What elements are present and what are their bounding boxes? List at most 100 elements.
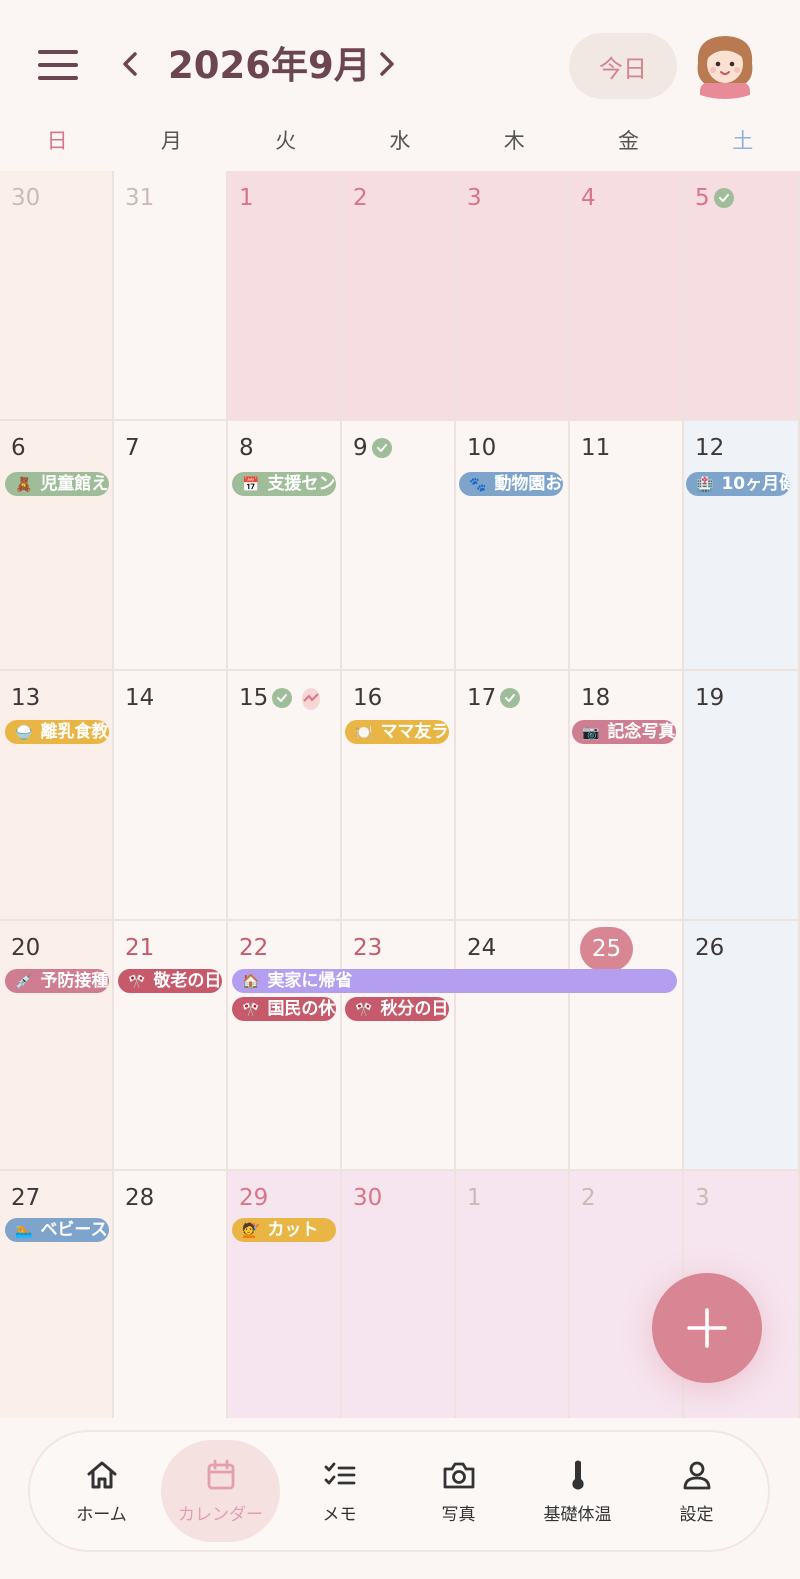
day-cell[interactable]: 29: [228, 1171, 342, 1421]
checklist-icon: [324, 1462, 355, 1484]
day-number: 3: [467, 185, 482, 211]
event-pill[interactable]: 🐾 動物園お: [459, 472, 563, 496]
event-label: 10ヶ月健: [721, 474, 790, 494]
day-cell[interactable]: 12: [684, 421, 800, 671]
day-cell[interactable]: 27: [0, 1171, 114, 1421]
day-cell[interactable]: 8: [228, 421, 342, 671]
day-cell[interactable]: 15: [228, 671, 342, 921]
today-button[interactable]: 今日: [569, 33, 677, 99]
event-label: 国民の休: [267, 999, 336, 1019]
day-cell[interactable]: 21: [114, 921, 228, 1171]
event-pill[interactable]: 🍚 離乳食教: [5, 720, 109, 744]
day-cell[interactable]: 2: [342, 171, 456, 421]
day-number: 18: [581, 685, 611, 711]
day-number: 15: [239, 685, 269, 711]
day-number: 31: [125, 185, 155, 211]
haircut-icon: 💇: [242, 1223, 260, 1239]
thermometer-icon: [571, 1460, 584, 1489]
day-cell[interactable]: 3: [456, 171, 570, 421]
day-cell[interactable]: 18: [570, 671, 684, 921]
event-pill[interactable]: 🍽️ ママ友ラ: [345, 720, 449, 744]
day-cell-today[interactable]: 25: [570, 921, 684, 1171]
day-cell[interactable]: 31: [114, 171, 228, 421]
event-label: ベビース: [40, 1220, 108, 1240]
avatar[interactable]: [694, 33, 756, 99]
day-cell[interactable]: 23: [342, 921, 456, 1171]
nav-label: 設定: [679, 1504, 714, 1525]
day-cell[interactable]: 22: [228, 921, 342, 1171]
add-event-button[interactable]: [652, 1273, 762, 1383]
day-cell[interactable]: 11: [570, 421, 684, 671]
day-cell[interactable]: 16: [342, 671, 456, 921]
event-pill[interactable]: 💉 予防接種: [5, 969, 109, 993]
flag-icon: 🎌: [355, 1002, 373, 1018]
day-cell[interactable]: 17: [456, 671, 570, 921]
event-label: カット: [267, 1220, 319, 1240]
day-number: 8: [239, 435, 254, 461]
day-number: 17: [467, 685, 497, 711]
day-cell[interactable]: 14: [114, 671, 228, 921]
day-number: 1: [467, 1185, 482, 1211]
egg-icon: [302, 688, 321, 710]
event-pill-multiday[interactable]: 🏠 実家に帰省: [232, 969, 677, 993]
day-number: 12: [695, 435, 725, 461]
day-cell[interactable]: 20: [0, 921, 114, 1171]
nav-memo[interactable]: メモ: [280, 1440, 399, 1542]
day-cell[interactable]: 9: [342, 421, 456, 671]
swimming-icon: 🏊: [15, 1223, 33, 1239]
weekday-fri: 金: [617, 129, 639, 153]
event-pill[interactable]: 💇 カット: [232, 1218, 336, 1242]
check-icon: [272, 688, 293, 708]
day-number: 7: [125, 435, 140, 461]
calendar-grid: 30 31 1 2 3 4 5 6 7 8 9 10 11 12 13 14 1…: [0, 171, 800, 1421]
event-pill[interactable]: 🎌 秋分の日: [345, 997, 449, 1021]
check-icon: [371, 438, 392, 458]
event-pill[interactable]: 📅 支援セン: [232, 472, 336, 496]
day-number: 2: [581, 1185, 596, 1211]
weekday-mon: 月: [160, 129, 182, 153]
event-pill[interactable]: 🎌 国民の休: [232, 997, 336, 1021]
day-cell[interactable]: 26: [684, 921, 800, 1171]
day-cell[interactable]: 5: [684, 171, 800, 421]
nav-settings[interactable]: 設定: [637, 1440, 756, 1542]
nav-label: ホーム: [76, 1504, 127, 1525]
day-cell[interactable]: 1: [456, 1171, 570, 1421]
day-cell[interactable]: 19: [684, 671, 800, 921]
day-cell[interactable]: 10: [456, 421, 570, 671]
event-label: 秋分の日: [380, 999, 449, 1019]
day-number: 11: [581, 435, 611, 461]
weekday-thu: 木: [503, 129, 525, 153]
day-cell[interactable]: 30: [0, 171, 114, 421]
day-number: 22: [239, 935, 269, 961]
event-pill[interactable]: 🎌 敬老の日: [118, 969, 222, 993]
nav-photo[interactable]: 写真: [399, 1440, 518, 1542]
day-cell[interactable]: 1: [228, 171, 342, 421]
next-month-button[interactable]: [372, 44, 402, 84]
prev-month-button[interactable]: [115, 44, 145, 84]
day-cell[interactable]: 30: [342, 1171, 456, 1421]
day-cell[interactable]: 13: [0, 671, 114, 921]
event-pill[interactable]: 🏊 ベビース: [5, 1218, 109, 1242]
day-cell[interactable]: 6: [0, 421, 114, 671]
nav-basal-temp[interactable]: 基礎体温: [518, 1440, 637, 1542]
event-pill[interactable]: 🧸 児童館え: [5, 472, 109, 496]
day-cell[interactable]: 24: [456, 921, 570, 1171]
day-number: 16: [353, 685, 383, 711]
day-number: 23: [353, 935, 383, 961]
event-pill[interactable]: 📷 記念写真: [572, 720, 676, 744]
nav-calendar[interactable]: カレンダー: [161, 1440, 280, 1542]
day-number: 20: [11, 935, 41, 961]
menu-icon[interactable]: [38, 50, 78, 80]
day-number: 21: [125, 935, 155, 961]
day-cell[interactable]: 4: [570, 171, 684, 421]
day-number: 4: [581, 185, 596, 211]
weekday-row: 日 月 火 水 木 金 土: [0, 120, 800, 170]
day-cell[interactable]: 28: [114, 1171, 228, 1421]
day-number: 26: [695, 935, 725, 961]
event-pill[interactable]: 🏥 10ヶ月健: [686, 472, 790, 496]
weekday-sat: 土: [732, 129, 754, 153]
avatar-icon: [697, 36, 753, 99]
nav-home[interactable]: ホーム: [42, 1440, 161, 1542]
day-cell[interactable]: 7: [114, 421, 228, 671]
event-label: 実家に帰省: [267, 971, 353, 991]
